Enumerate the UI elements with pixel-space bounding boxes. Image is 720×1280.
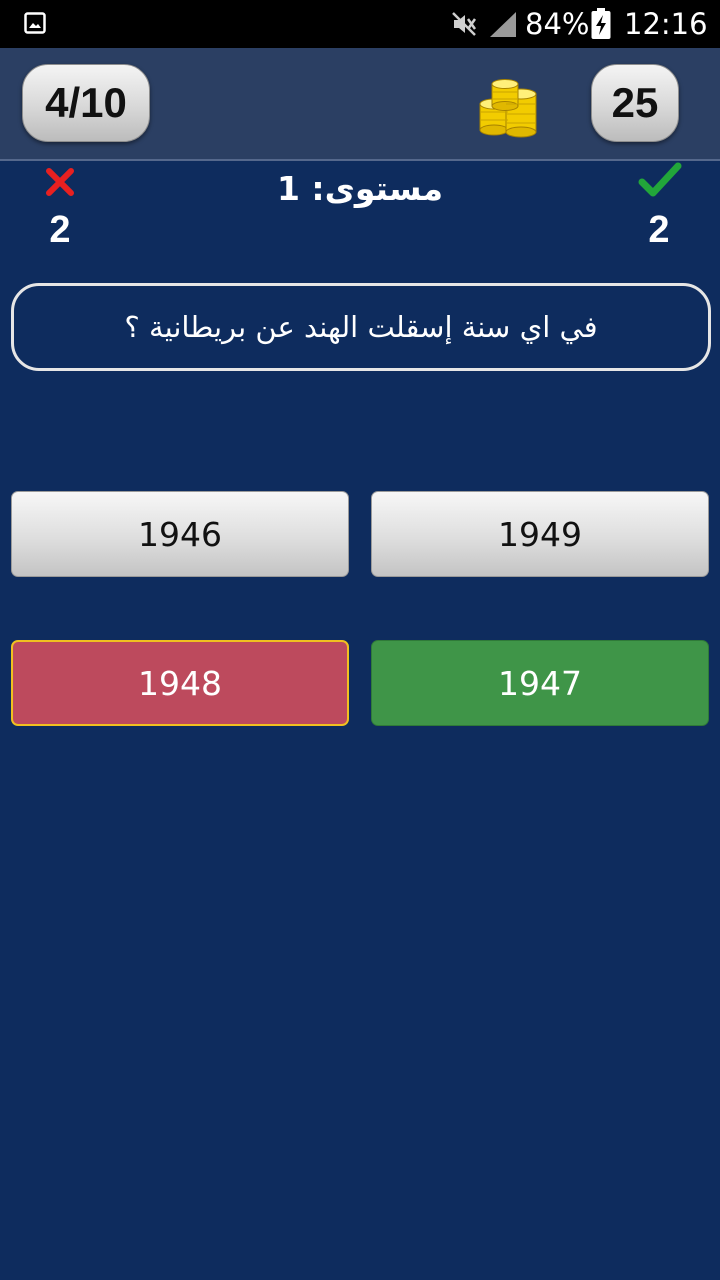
top-bar: 4/10 25 (0, 48, 720, 161)
battery-charging-icon (591, 8, 611, 39)
gold-coins-icon (479, 79, 537, 138)
battery-percent: 84% (525, 7, 590, 41)
question-text: في اي سنة إسقلت الهند عن بريطانية ؟ (11, 283, 711, 371)
answer-button-1[interactable]: 1949 (371, 491, 709, 577)
level-label: مستوى: 1 (276, 169, 444, 208)
status-bar: 84% 12:16 (0, 0, 720, 48)
mute-icon (452, 12, 477, 36)
answer-button-2[interactable]: 1946 (11, 491, 349, 577)
gallery-icon (24, 12, 46, 34)
correct-count: 2 (648, 209, 670, 251)
wrong-count: 2 (49, 209, 71, 251)
question-progress: 4/10 (22, 64, 150, 142)
answer-button-3[interactable]: 1947 (371, 640, 709, 726)
correct-check-icon (638, 162, 682, 197)
signal-icon (490, 12, 516, 37)
wrong-x-icon (46, 168, 74, 196)
coins-count: 25 (591, 64, 679, 142)
answer-button-4[interactable]: 1948 (11, 640, 349, 726)
clock-time: 12:16 (624, 7, 708, 41)
